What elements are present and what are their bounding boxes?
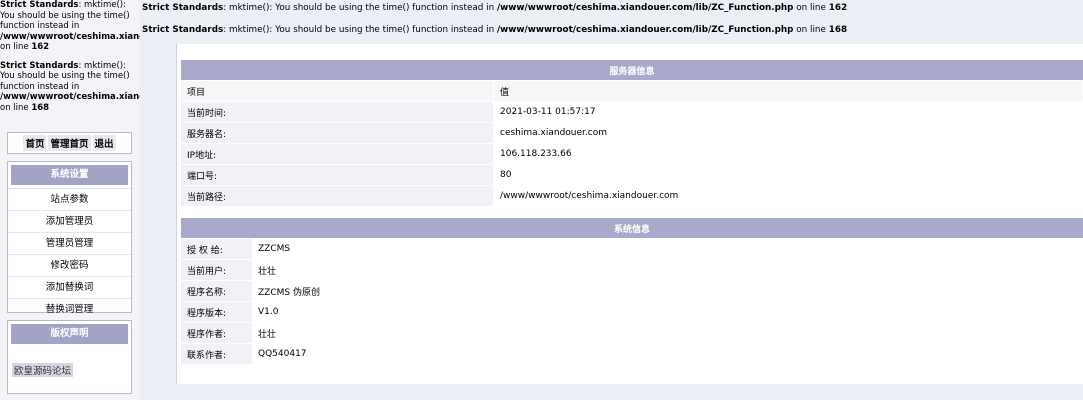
- menu-item-add-replace-word[interactable]: 添加替换词: [8, 276, 131, 298]
- row-value: 80: [494, 165, 1083, 186]
- menu-item-replace-word-manage[interactable]: 替换词管理: [8, 298, 131, 320]
- row-value: /www/wwwroot/ceshima.xiandouer.com: [494, 186, 1083, 207]
- row-value: 106.118.233.66: [494, 144, 1083, 165]
- table-row: 服务器名: ceshima.xiandouer.com: [181, 123, 1083, 144]
- settings-menu-title: 系统设置: [11, 165, 128, 185]
- row-key: 程序作者:: [181, 323, 252, 344]
- server-info-title: 服务器信息: [181, 60, 1083, 81]
- row-key: 当前时间:: [181, 102, 494, 123]
- table-row: 当前路径: /www/wwwroot/ceshima.xiandouer.com: [181, 186, 1083, 207]
- row-value: V1.0: [252, 302, 1083, 323]
- copyright-box: 版权声明 欧皇源码论坛: [7, 320, 132, 394]
- row-key: 端口号:: [181, 165, 494, 186]
- row-value: 壮壮: [252, 323, 1083, 344]
- table-row: 程序作者: 壮壮: [181, 323, 1083, 344]
- row-key: 联系作者:: [181, 344, 252, 365]
- table-row: 当前时间: 2021-03-11 01:57:17: [181, 102, 1083, 123]
- forum-link[interactable]: 欧皇源码论坛: [12, 363, 74, 377]
- server-info-table: 服务器信息 项目 值 当前时间: 2021-03-11 01:57:17 服务器…: [181, 60, 1083, 207]
- left-frame: Strict Standards: mktime(): You should b…: [0, 0, 140, 400]
- row-value: ZZCMS: [252, 239, 1083, 260]
- table-row: 授 权 给: ZZCMS: [181, 239, 1083, 260]
- row-key: 当前用户:: [181, 260, 252, 281]
- menu-item-admin-manage[interactable]: 管理员管理: [8, 232, 131, 254]
- row-key: 当前路径:: [181, 186, 494, 207]
- row-value: ceshima.xiandouer.com: [494, 123, 1083, 144]
- system-info-title: 系统信息: [181, 218, 1083, 239]
- warning-message: Strict Standards: mktime(): You should b…: [142, 25, 848, 35]
- row-key: 服务器名:: [181, 123, 494, 144]
- table-row: 程序名称: ZZCMS 伪原创: [181, 281, 1083, 302]
- table-row: 当前用户: 壮壮: [181, 260, 1083, 281]
- table-row: 程序版本: V1.0: [181, 302, 1083, 323]
- row-value: ZZCMS 伪原创: [252, 281, 1083, 302]
- row-value: 壮壮: [252, 260, 1083, 281]
- warning-message: Strict Standards: mktime(): You should b…: [0, 60, 140, 113]
- logout-link[interactable]: 退出: [92, 135, 116, 151]
- table-row: 端口号: 80: [181, 165, 1083, 186]
- copyright-title: 版权声明: [11, 324, 128, 344]
- menu-item-add-admin[interactable]: 添加管理员: [8, 210, 131, 232]
- settings-menu: 系统设置 站点参数 添加管理员 管理员管理 修改密码 添加替换词 替换词管理: [7, 161, 132, 315]
- row-key: IP地址:: [181, 144, 494, 165]
- menu-item-site-params[interactable]: 站点参数: [8, 188, 131, 210]
- table-row: 联系作者: QQ540417: [181, 344, 1083, 365]
- warning-message: Strict Standards: mktime(): You should b…: [142, 3, 848, 13]
- menu-item-change-password[interactable]: 修改密码: [8, 254, 131, 276]
- row-key: 程序版本:: [181, 302, 252, 323]
- row-value: 2021-03-11 01:57:17: [494, 102, 1083, 123]
- row-key: 程序名称:: [181, 281, 252, 302]
- top-nav: 首页 管理首页 退出: [7, 132, 132, 154]
- system-info-table: 系统信息 授 权 给: ZZCMS 当前用户: 壮壮 程序名称: ZZCMS 伪…: [181, 218, 1083, 365]
- warning-message: Strict Standards: mktime(): You should b…: [0, 0, 140, 52]
- column-header-value: 值: [494, 81, 1083, 102]
- table-row: IP地址: 106.118.233.66: [181, 144, 1083, 165]
- table-header-row: 项目 值: [181, 81, 1083, 102]
- home-link[interactable]: 首页: [23, 135, 47, 151]
- row-key: 授 权 给:: [181, 239, 252, 260]
- column-header-key: 项目: [181, 81, 494, 102]
- row-value: QQ540417: [252, 344, 1083, 365]
- admin-home-link[interactable]: 管理首页: [48, 135, 91, 151]
- main-frame: Strict Standards: mktime(): You should b…: [140, 0, 1083, 400]
